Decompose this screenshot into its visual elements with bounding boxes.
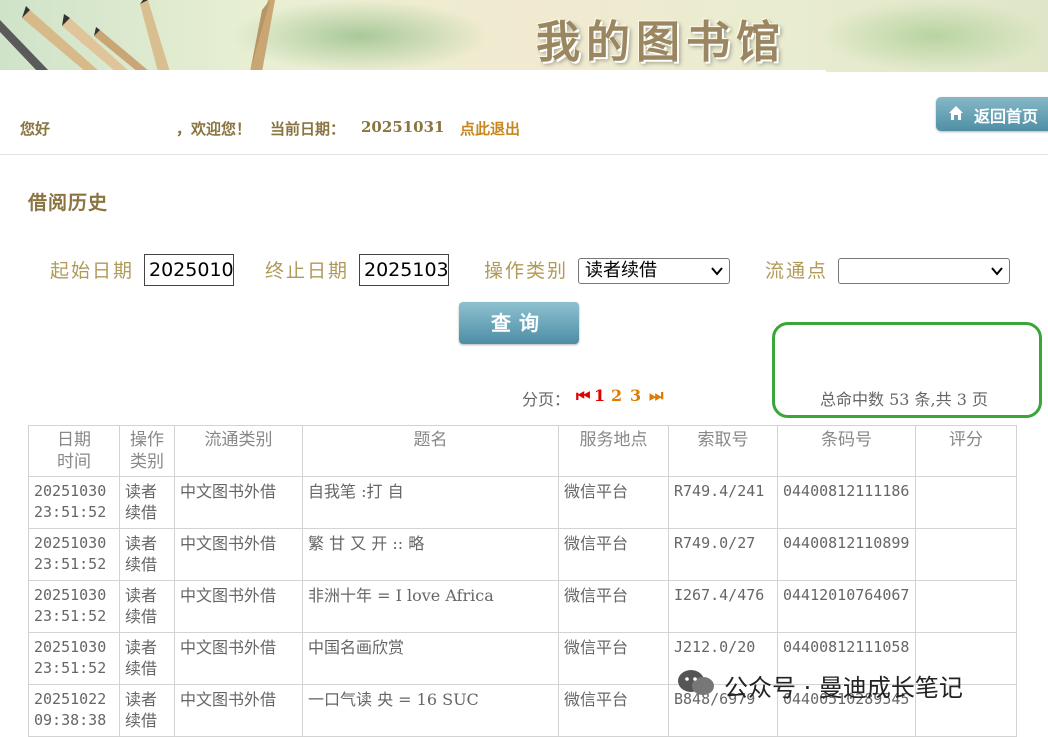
home-button[interactable]: 返回首页 bbox=[936, 97, 1048, 131]
pagination-label: 分页： bbox=[522, 390, 571, 409]
cell-datetime: 20251022 09:38:38 bbox=[28, 684, 120, 737]
cell-circulation-type: 中文图书外借 bbox=[174, 580, 303, 633]
cell-title: 中国名画欣赏 bbox=[302, 632, 559, 685]
home-button-label: 返回首页 bbox=[974, 107, 1039, 126]
cell-title: 非洲十年 = I love Africa bbox=[302, 580, 559, 633]
cell-call-number: I267.4/476 bbox=[668, 580, 778, 633]
cell-operation: 读者 续借 bbox=[119, 632, 175, 685]
cell-service-location: 微信平台 bbox=[558, 684, 669, 737]
end-date-label: 终止日期 bbox=[265, 260, 350, 282]
cell-circulation-type: 中文图书外借 bbox=[174, 684, 303, 737]
cell-operation: 读者 续借 bbox=[119, 684, 175, 737]
header-label: 评分 bbox=[949, 430, 983, 450]
pencils-icon bbox=[0, 0, 275, 72]
home-icon bbox=[949, 106, 963, 120]
cell-circulation-type: 中文图书外借 bbox=[174, 632, 303, 685]
header-barcode: 条码号 bbox=[777, 425, 916, 477]
cell-title: 自我笔 :打 自 bbox=[302, 476, 559, 529]
cell-call-number: R749.0/27 bbox=[668, 528, 778, 581]
end-date-input[interactable]: 2025103 bbox=[359, 254, 449, 286]
page-link-1[interactable]: 1 bbox=[594, 386, 605, 405]
cell-operation: 读者 续借 bbox=[119, 476, 175, 529]
date-label: 当前日期： bbox=[270, 120, 346, 138]
cell-call-number: R749.4/241 bbox=[668, 476, 778, 529]
header-label: 日期 时间 bbox=[57, 430, 91, 472]
cell-barcode: 04400812111186 bbox=[777, 476, 916, 529]
start-date-input[interactable]: 2025010 bbox=[144, 254, 234, 286]
cell-rating bbox=[915, 580, 1017, 633]
current-date: 20251031 bbox=[361, 118, 445, 136]
header-call-number: 索取号 bbox=[668, 425, 778, 477]
table-row: 20251030 23:51:52 读者 续借 中文图书外借 繁 甘 又 开 :… bbox=[28, 528, 1017, 581]
greeting-text: 您好 bbox=[20, 120, 51, 138]
welcome-text: ，欢迎您！ bbox=[176, 120, 252, 138]
start-date-label: 起始日期 bbox=[50, 260, 135, 282]
watermark-text: 公众号 · 曼迪成长笔记 bbox=[724, 674, 963, 702]
header-datetime: 日期 时间 bbox=[28, 425, 120, 477]
header-label: 条码号 bbox=[821, 430, 872, 450]
banner-decoration bbox=[820, 0, 1048, 72]
logout-link[interactable]: 点此退出 bbox=[460, 118, 520, 139]
header-label: 题名 bbox=[413, 430, 448, 450]
cell-service-location: 微信平台 bbox=[558, 476, 669, 529]
header-circulation-type: 流通类别 bbox=[174, 425, 303, 477]
page-link-3[interactable]: 3 bbox=[630, 386, 641, 405]
query-button[interactable]: 查询 bbox=[459, 302, 579, 344]
first-page-icon[interactable]: ⏮ bbox=[576, 386, 590, 406]
cell-datetime: 20251030 23:51:52 bbox=[28, 476, 120, 529]
operation-type-label: 操作类别 bbox=[484, 260, 569, 282]
cell-service-location: 微信平台 bbox=[558, 528, 669, 581]
header-title: 题名 bbox=[302, 425, 559, 477]
header-operation: 操作 类别 bbox=[119, 425, 175, 477]
cell-datetime: 20251030 23:51:52 bbox=[28, 580, 120, 633]
banner-title: 我的图书馆 bbox=[536, 17, 786, 68]
header-label: 索取号 bbox=[697, 430, 749, 450]
table-row: 20251030 23:51:52 读者 续借 中文图书外借 自我笔 :打 自 … bbox=[28, 476, 1017, 529]
cell-rating bbox=[915, 476, 1017, 529]
page-title: 借阅历史 bbox=[28, 192, 109, 214]
chevron-down-icon bbox=[991, 267, 1003, 276]
table-row: 20251030 23:51:52 读者 续借 中文图书外借 非洲十年 = I … bbox=[28, 580, 1017, 633]
page-link-2[interactable]: 2 bbox=[611, 386, 622, 405]
cell-operation: 读者 续借 bbox=[119, 580, 175, 633]
cell-datetime: 20251030 23:51:52 bbox=[28, 528, 120, 581]
divider bbox=[0, 154, 1048, 155]
cell-barcode: 04400812110899 bbox=[777, 528, 916, 581]
cell-barcode: 04412010764067 bbox=[777, 580, 916, 633]
header-label: 流通类别 bbox=[204, 430, 273, 450]
cell-circulation-type: 中文图书外借 bbox=[174, 528, 303, 581]
table-header-row: 日期 时间 操作 类别 流通类别 题名 服务地点 索取号 条码号 评分 bbox=[28, 425, 1017, 477]
cell-service-location: 微信平台 bbox=[558, 580, 669, 633]
header-label: 操作 类别 bbox=[130, 430, 164, 472]
circulation-point-label: 流通点 bbox=[765, 260, 829, 282]
cell-title: 一口气读 央 = 16 SUC bbox=[302, 684, 559, 737]
last-page-icon[interactable]: ⏭ bbox=[649, 386, 663, 406]
banner-divider bbox=[0, 70, 826, 72]
cell-datetime: 20251030 23:51:52 bbox=[28, 632, 120, 685]
chevron-down-icon bbox=[711, 267, 723, 276]
cell-operation: 读者 续借 bbox=[119, 528, 175, 581]
operation-type-select[interactable]: 读者续借 bbox=[578, 258, 730, 284]
cell-rating bbox=[915, 528, 1017, 581]
operation-type-value: 读者续借 bbox=[585, 260, 657, 281]
wechat-icon bbox=[678, 670, 714, 695]
circulation-point-select[interactable] bbox=[838, 258, 1010, 284]
cell-service-location: 微信平台 bbox=[558, 632, 669, 685]
cell-circulation-type: 中文图书外借 bbox=[174, 476, 303, 529]
header-label: 服务地点 bbox=[579, 430, 648, 450]
header-service-location: 服务地点 bbox=[558, 425, 669, 477]
cell-title: 繁 甘 又 开 :: 略 bbox=[302, 528, 559, 581]
result-summary: 总命中数 53 条,共 3 页 bbox=[820, 390, 988, 409]
header-banner: 我的图书馆 bbox=[0, 0, 1048, 72]
header-rating: 评分 bbox=[915, 425, 1017, 477]
